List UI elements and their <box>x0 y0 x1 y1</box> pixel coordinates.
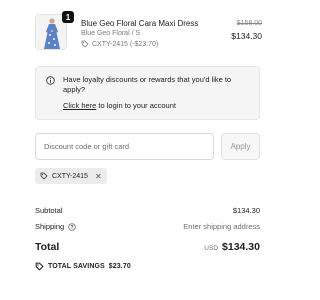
tag-icon <box>81 40 89 48</box>
subtotal-row: Subtotal $134.30 <box>35 206 260 215</box>
currency-code: USD <box>204 245 219 252</box>
total-label: Total <box>35 241 60 253</box>
savings-value: $23.70 <box>108 263 131 270</box>
help-circle-icon[interactable] <box>68 222 76 231</box>
cart-line-item: 1 Blue Geo Floral Cara Maxi Dress Blue G… <box>35 11 262 54</box>
info-icon <box>46 76 55 85</box>
close-icon[interactable]: ✕ <box>95 172 102 181</box>
shipping-label: Shipping <box>35 222 65 231</box>
tag-icon <box>35 262 44 271</box>
loyalty-banner: Have loyalty discounts or rewards that y… <box>35 66 260 120</box>
item-discount-code: CXTY-2415 (-$23.70) <box>92 40 159 48</box>
applied-code-chip: CXTY-2415 ✕ <box>35 168 107 184</box>
total-amount: $134.30 <box>222 241 260 253</box>
product-title: Blue Geo Floral Cara Maxi Dress <box>81 19 199 28</box>
applied-code: CXTY-2415 <box>52 172 88 180</box>
product-variant: Blue Geo Floral / S <box>81 30 141 37</box>
tag-icon <box>40 172 48 180</box>
shipping-row: Shipping Enter shipping address <box>35 222 260 231</box>
savings-label: TOTAL SAVINGS <box>48 263 105 270</box>
shipping-value: Enter shipping address <box>183 222 260 231</box>
apply-button[interactable]: Apply <box>221 133 260 160</box>
shipping-label-group: Shipping <box>35 222 76 231</box>
quantity-badge: 1 <box>62 11 74 23</box>
compare-at-price: $158.00 <box>236 20 262 27</box>
subtotal-value: $134.30 <box>232 206 260 215</box>
loyalty-login-text: Click here to login to your account <box>63 101 176 110</box>
total-savings: TOTAL SAVINGS $23.70 <box>35 262 131 271</box>
loyalty-message: Have loyalty discounts or rewards that y… <box>63 75 232 94</box>
login-link[interactable]: Click here <box>63 101 96 110</box>
item-discount: CXTY-2415 (-$23.70) <box>81 40 158 48</box>
subtotal-label: Subtotal <box>35 206 63 215</box>
total-row: Total USD $134.30 <box>35 241 260 253</box>
discount-code-input[interactable] <box>35 133 214 160</box>
total-amount-group: USD $134.30 <box>204 241 260 253</box>
item-price: $134.30 <box>231 31 262 41</box>
login-suffix: to login to your account <box>96 101 176 110</box>
